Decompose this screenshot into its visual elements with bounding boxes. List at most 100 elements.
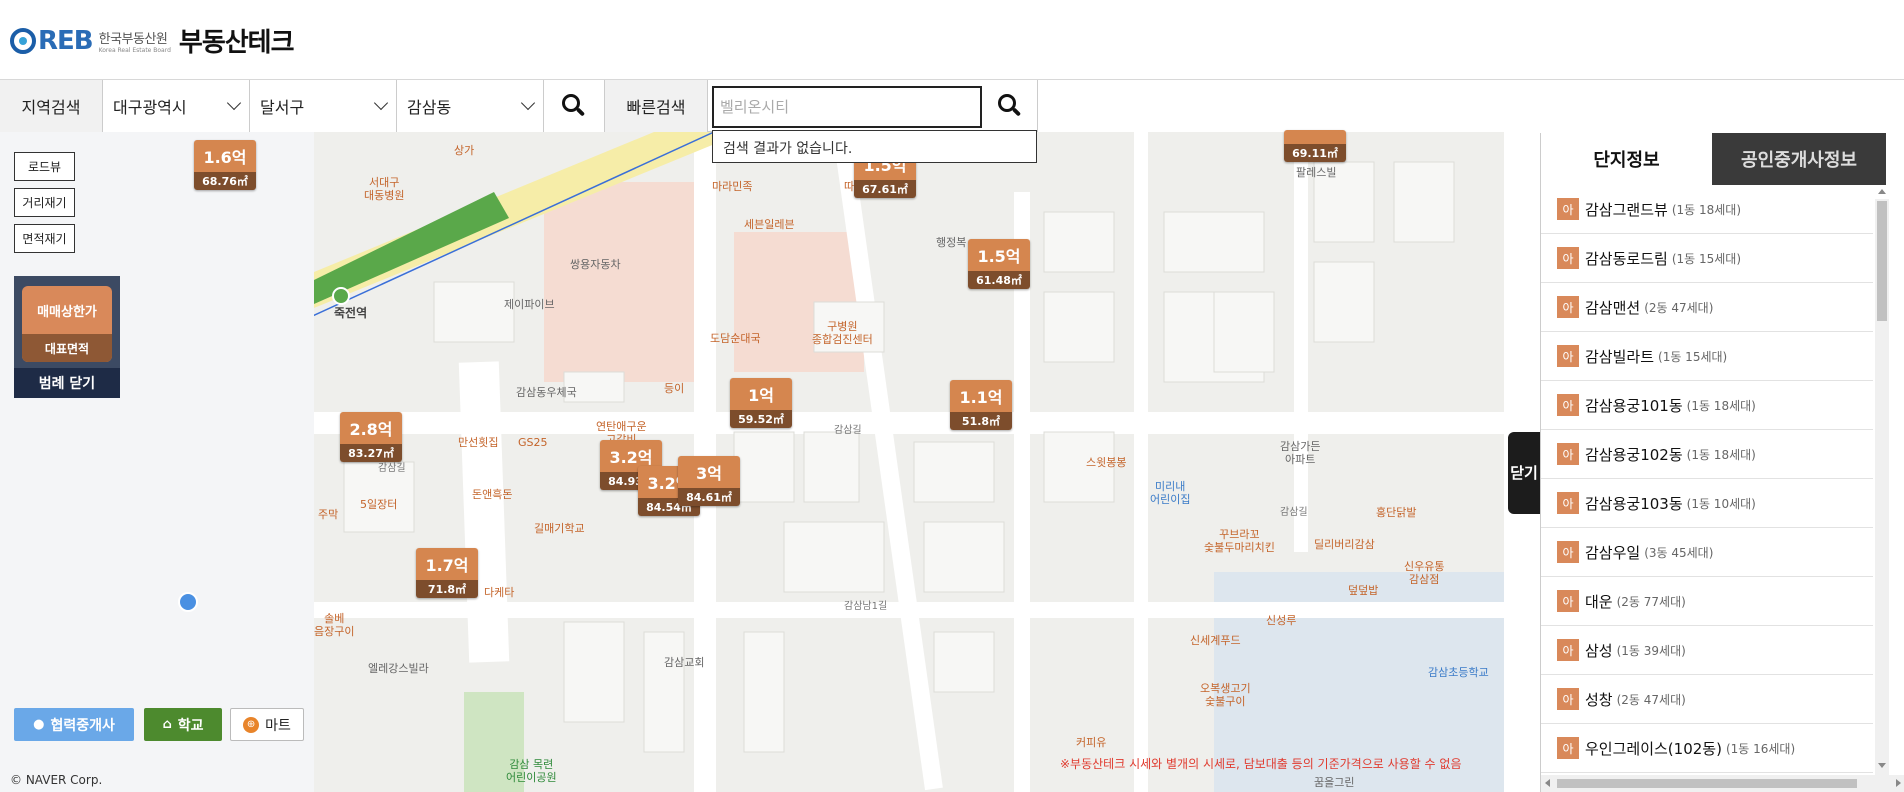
map-label-cafe-1: 스윗봉봉 [1086, 456, 1127, 469]
scroll-left-arrow-icon[interactable] [1545, 779, 1550, 787]
dong-select-value: 감삼동 [407, 98, 452, 117]
complex-list-item[interactable]: 아 대운 (2동 77세대) [1541, 577, 1873, 626]
complex-list-item[interactable]: 아 감삼맨션 (2동 47세대) [1541, 283, 1873, 332]
complex-name: 감삼용궁102동 [1585, 445, 1683, 464]
distance-measure-button[interactable]: 거리재기 [14, 188, 75, 217]
complex-name: 감삼용궁103동 [1585, 494, 1683, 513]
complex-name: 대운 [1585, 592, 1613, 611]
complex-list-item[interactable]: 아 삼성 (1동 39세대) [1541, 626, 1873, 675]
price-marker[interactable]: 1.5억 61.48㎡ [968, 239, 1030, 289]
price-marker[interactable]: 69.11㎡ [1284, 130, 1346, 162]
apartment-badge-icon: 아 [1557, 688, 1579, 710]
apartment-badge-icon: 아 [1557, 345, 1579, 367]
map-label-restaurant-17: 오복생고기 숯불구이 [1200, 682, 1251, 708]
logo-reb-text: REB [38, 25, 94, 56]
school-filter-button[interactable]: ⌂ 학교 [144, 708, 222, 741]
map-label-restaurant-11: 다케타 [484, 586, 515, 599]
price-marker[interactable]: 3억 84.61㎡ [678, 456, 740, 506]
district-select[interactable]: 달서구 [250, 80, 397, 132]
search-icon [562, 94, 586, 118]
map-label-church: 감삼교회 [664, 656, 705, 669]
map-label-apartment: 감삼가든 아파트 [1280, 440, 1321, 466]
complex-list-item[interactable]: 아 감삼빌라트 (1동 15세대) [1541, 332, 1873, 381]
marker-price: 1.6억 [194, 140, 256, 172]
user-location-icon[interactable] [178, 592, 198, 612]
price-marker[interactable]: 1.7억 71.8㎡ [416, 548, 478, 598]
map-canvas[interactable]: 죽전역 서대구대동병원 마라민족 세븐일레븐 따카닭 쌍용자동차 제이파이브 구… [314, 132, 1504, 792]
map-label-admin-office: 행정복 [936, 236, 967, 249]
horizontal-scrollbar[interactable] [1541, 775, 1904, 792]
price-marker[interactable]: 1.1억 51.8㎡ [950, 380, 1012, 430]
mart-filter-label: 마트 [265, 717, 291, 734]
price-marker[interactable]: 1억 59.52㎡ [730, 378, 792, 428]
marker-area: 84.61㎡ [678, 488, 740, 506]
map-label-jukjeon-station: 죽전역 [334, 306, 368, 320]
marker-price: 1.5억 [968, 239, 1030, 271]
marker-area: 69.11㎡ [1284, 144, 1346, 162]
marker-price: 1억 [730, 378, 792, 410]
map-legend: 매매상한가 대표면적 범례 닫기 [14, 276, 120, 398]
quick-search-button[interactable] [982, 80, 1038, 132]
complex-list-item[interactable]: 아 감삼우일 (3동 45세대) [1541, 528, 1873, 577]
complex-list-item[interactable]: 아 감삼동로드림 (1동 15세대) [1541, 234, 1873, 283]
complex-meta: (1동 39세대) [1616, 643, 1686, 658]
chevron-down-icon [373, 95, 389, 111]
panel-close-tab[interactable]: 닫기 [1508, 432, 1540, 514]
marker-area: 59.52㎡ [730, 410, 792, 428]
marker-area: 68.76㎡ [194, 172, 256, 190]
tab-complex-info[interactable]: 단지정보 [1541, 133, 1712, 185]
naver-copyright: © NAVER Corp. [10, 773, 103, 787]
complex-list-item[interactable]: 아 감삼용궁103동 (1동 10세대) [1541, 479, 1873, 528]
quick-search-input[interactable] [712, 86, 982, 128]
vertical-scrollbar-thumb[interactable] [1877, 201, 1887, 321]
map-label-mart: 신우유통 감삼점 [1404, 560, 1445, 586]
agent-filter-button[interactable]: ● 협력중개사 [14, 708, 134, 741]
tab-agent-info[interactable]: 공인중개사정보 [1712, 133, 1886, 185]
apartment-badge-icon: 아 [1557, 443, 1579, 465]
marker-area: 71.8㎡ [416, 580, 478, 598]
complex-meta: (2동 77세대) [1616, 594, 1686, 609]
mart-filter-button[interactable]: ⊕ 마트 [230, 708, 304, 741]
search-result-dropdown: 검색 결과가 없습니다. [712, 130, 1037, 163]
legend-close-button[interactable]: 범례 닫기 [14, 368, 120, 398]
map-label-restaurant-14: 덮덮밥 [1348, 584, 1379, 597]
roadview-button[interactable]: 로드뷰 [14, 152, 75, 181]
apartment-badge-icon: 아 [1557, 247, 1579, 269]
area-measure-button[interactable]: 면적재기 [14, 224, 75, 253]
scroll-up-arrow-icon[interactable] [1878, 189, 1886, 194]
logo-korean-name: 한국부동산원 [98, 31, 168, 47]
scroll-down-arrow-icon[interactable] [1878, 763, 1886, 768]
price-marker[interactable]: 1.6억 68.76㎡ [194, 140, 256, 190]
region-search-button[interactable] [544, 80, 605, 132]
complex-list-item[interactable]: 아 감삼그랜드뷰 (1동 18세대) [1541, 185, 1873, 234]
search-icon [997, 94, 1022, 118]
cart-icon: ⊕ [243, 716, 260, 733]
quick-search-label: 빠른검색 [605, 80, 708, 132]
price-marker[interactable]: 2.8억 83.27㎡ [340, 412, 402, 462]
complex-name: 성창 [1585, 690, 1613, 709]
dong-select[interactable]: 감삼동 [397, 80, 544, 132]
complex-info-panel: 단지정보 공인중개사정보 아 감삼그랜드뷰 (1동 18세대) 아 감삼동로드림 (1동… [1540, 133, 1904, 792]
complex-list-item[interactable]: 아 감삼용궁101동 (1동 18세대) [1541, 381, 1873, 430]
map-label-kindergarten: 미리내 어린이집 [1150, 480, 1191, 506]
apartment-badge-icon: 아 [1557, 198, 1579, 220]
complex-name: 감삼동로드림 [1585, 249, 1668, 268]
complex-list-item[interactable]: 아 감삼용궁102동 (1동 18세대) [1541, 430, 1873, 479]
map-label-restaurant-1: 마라민족 [712, 180, 753, 193]
scroll-right-arrow-icon[interactable] [1896, 779, 1901, 787]
map-label-restaurant-3: 도담순대국 [710, 332, 761, 345]
complex-list-item[interactable]: 아 우인그레이스(102동) (1동 16세대) [1541, 724, 1873, 773]
map-label-restaurant-8: 5일장터 [360, 498, 398, 511]
agent-filter-label: 협력중개사 [50, 717, 115, 734]
chevron-down-icon [226, 95, 242, 111]
map-label-chicken: 꾸브라꼬 숯불두마리치킨 [1204, 528, 1275, 554]
reb-logo[interactable]: REB 한국부동산원 Korea Real Estate Board 부동산테크 [10, 22, 295, 59]
city-select[interactable]: 대구광역시 [103, 80, 250, 132]
horizontal-scrollbar-thumb[interactable] [1557, 779, 1857, 788]
marker-area: 51.8㎡ [950, 412, 1012, 430]
map-label-villa: 엘레강스빌라 [368, 662, 429, 675]
complex-list-item[interactable]: 아 성창 (2동 47세대) [1541, 675, 1873, 724]
map-label-restaurant-4: 등이 [664, 382, 685, 395]
complex-meta: (1동 18세대) [1686, 398, 1756, 413]
marker-price [1284, 130, 1346, 144]
